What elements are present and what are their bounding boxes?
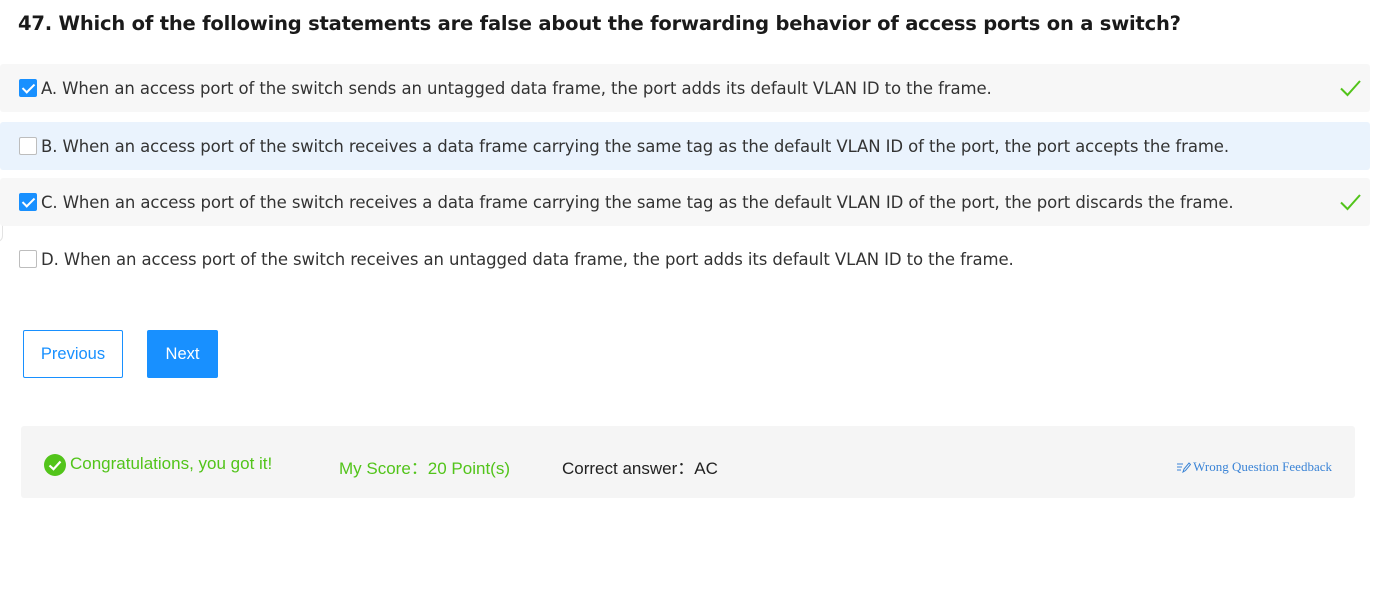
checkmark-icon [1340, 194, 1361, 211]
option-label: C. When an access port of the switch rec… [41, 192, 1234, 212]
question-title: 47. Which of the following statements ar… [18, 12, 1181, 35]
next-button[interactable]: Next [147, 330, 218, 378]
result-panel: Congratulations, you got it! My Score：20… [21, 426, 1355, 498]
checkbox-unchecked-icon[interactable] [19, 250, 37, 268]
option-label: B. When an access port of the switch rec… [41, 136, 1229, 156]
option-label: D. When an access port of the switch rec… [41, 249, 1014, 269]
checkbox-checked-icon[interactable] [19, 193, 37, 211]
option-d[interactable]: D. When an access port of the switch rec… [0, 235, 1370, 283]
score-text: My Score：20 Point(s) [339, 459, 510, 478]
option-label: A. When an access port of the switch sen… [41, 78, 992, 98]
checkmark-icon [1340, 80, 1361, 97]
checkbox-checked-icon[interactable] [19, 79, 37, 97]
check-circle-icon [44, 454, 66, 476]
checkbox-unchecked-icon[interactable] [19, 137, 37, 155]
correct-answer-text: Correct answer：AC [562, 459, 718, 478]
feedback-label: Wrong Question Feedback [1193, 459, 1332, 474]
edit-icon [1177, 462, 1192, 473]
option-a[interactable]: A. When an access port of the switch sen… [0, 64, 1370, 112]
previous-button[interactable]: Previous [23, 330, 123, 378]
option-b[interactable]: B. When an access port of the switch rec… [0, 122, 1370, 170]
option-c[interactable]: C. When an access port of the switch rec… [0, 178, 1370, 226]
wrong-question-feedback-link[interactable]: Wrong Question Feedback [1177, 459, 1332, 475]
result-message: Congratulations, you got it! [70, 454, 273, 473]
